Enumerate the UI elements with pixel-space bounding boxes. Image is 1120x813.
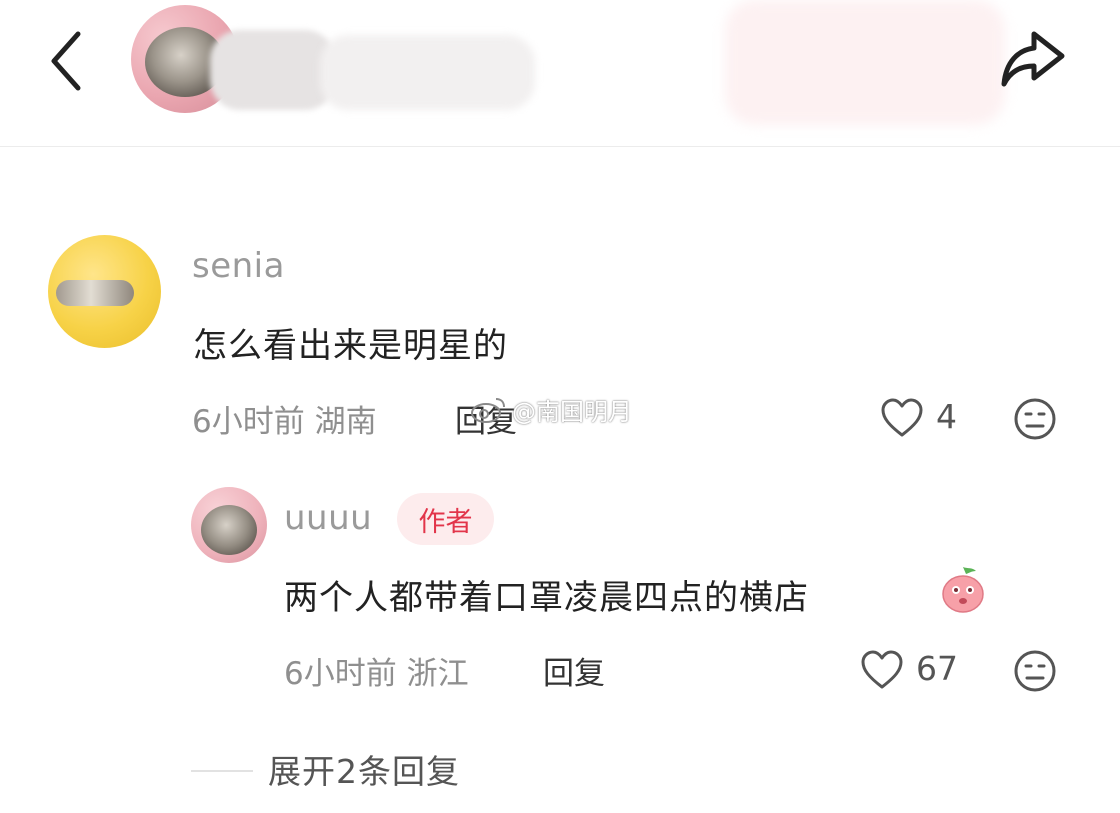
author-badge: 作者 (397, 493, 494, 545)
dislike-button[interactable] (1012, 396, 1058, 442)
comment-time-location: 6小时前 湖南 (192, 404, 377, 440)
neutral-face-icon (1014, 650, 1056, 692)
back-button[interactable] (36, 26, 96, 96)
reply-button[interactable]: 回复 (543, 648, 605, 693)
blurred-area (725, 0, 1005, 125)
reply-text: 两个人都带着口罩凌晨四点的横店 (284, 578, 809, 618)
chevron-left-icon (51, 31, 81, 91)
top-bar (0, 0, 1120, 147)
blurred-name (320, 35, 535, 110)
like-count: 4 (936, 397, 957, 436)
avatar[interactable] (191, 487, 267, 563)
reply-username[interactable]: uuuu (284, 498, 372, 538)
expand-replies-button[interactable]: 展开2条回复 (268, 745, 460, 793)
blurred-name (210, 30, 335, 110)
weibo-logo-icon (471, 398, 505, 423)
avatar[interactable] (48, 235, 161, 348)
watermark: @南国明月 (470, 390, 632, 428)
watermark-text: @南国明月 (512, 397, 632, 426)
comment-text: 怎么看出来是明星的 (193, 326, 508, 366)
share-icon (1001, 31, 1065, 87)
divider (191, 770, 253, 772)
neutral-face-icon (1014, 398, 1056, 440)
peach-emoji-icon (938, 563, 988, 615)
like-count: 67 (916, 649, 958, 688)
like-button[interactable] (858, 648, 906, 692)
share-button[interactable] (996, 24, 1070, 94)
reply-time-location: 6小时前 浙江 (284, 656, 469, 692)
heart-icon (881, 398, 923, 437)
heart-icon (861, 650, 903, 689)
comment-username[interactable]: senia (192, 246, 285, 286)
dislike-button[interactable] (1012, 648, 1058, 694)
like-button[interactable] (878, 396, 926, 440)
